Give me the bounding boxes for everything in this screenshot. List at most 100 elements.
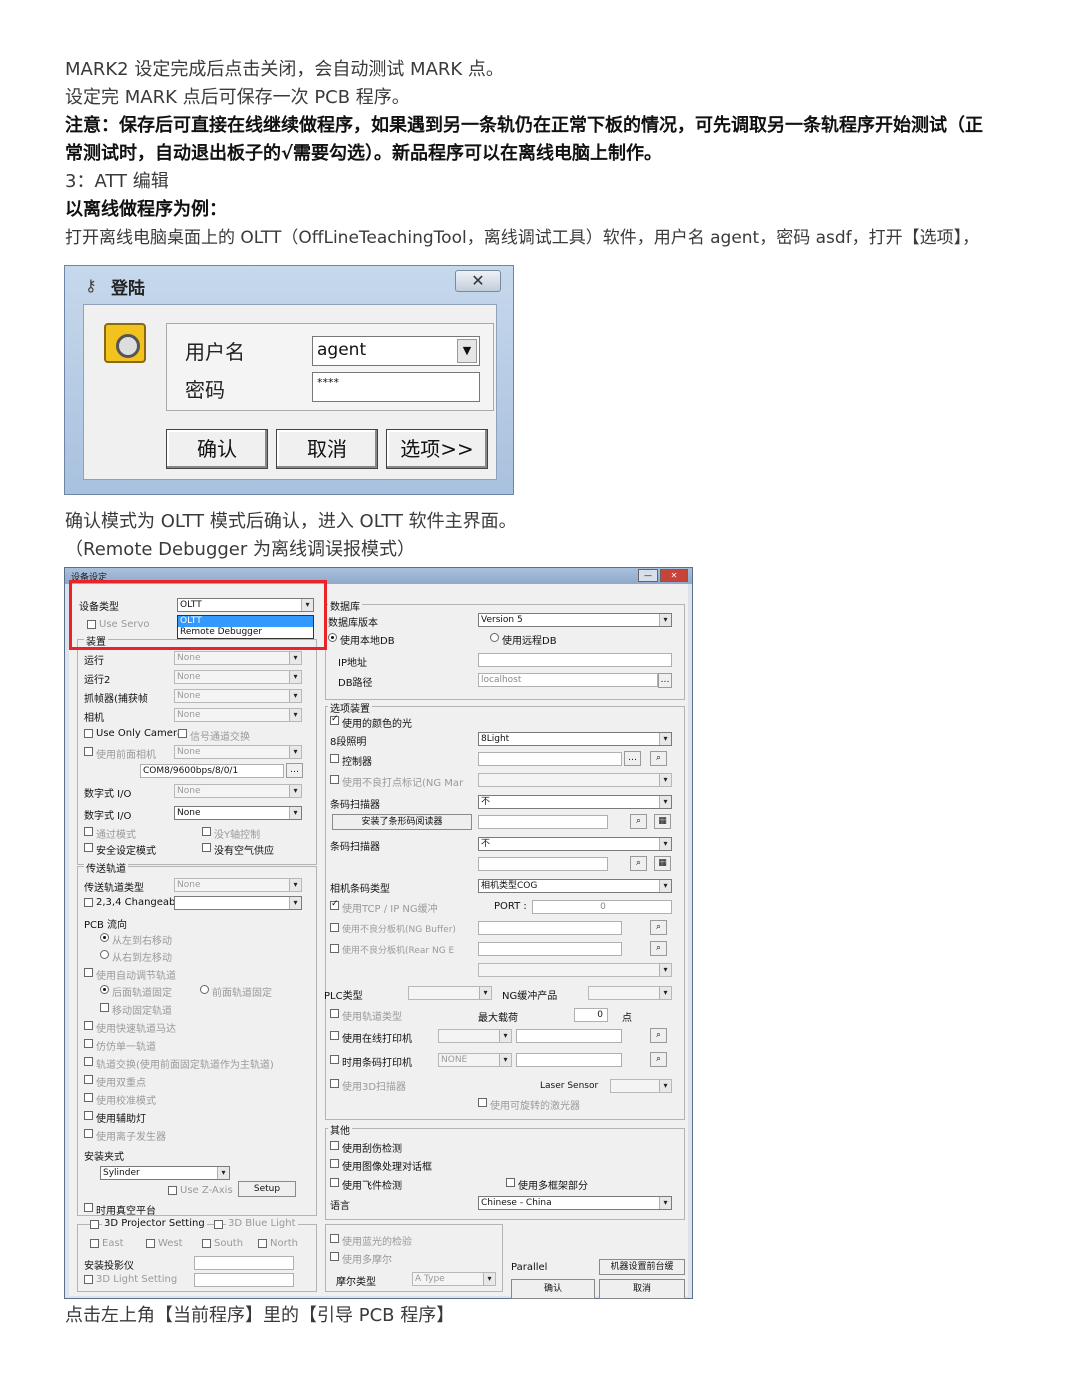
db-path-field[interactable]: localhost bbox=[478, 673, 658, 687]
image-icon[interactable]: ▦ bbox=[654, 856, 671, 871]
fly-detect-checkbox[interactable] bbox=[330, 1178, 339, 1187]
signal-switch-checkbox[interactable] bbox=[178, 729, 187, 738]
use-only-camera-checkbox[interactable] bbox=[84, 729, 93, 738]
use-front-camera-checkbox[interactable] bbox=[84, 747, 93, 756]
search-icon[interactable]: ⌕ bbox=[650, 941, 667, 956]
rear-ng-checkbox[interactable] bbox=[330, 944, 339, 953]
image-icon[interactable]: ▦ bbox=[654, 814, 671, 829]
barcode-printer-checkbox[interactable] bbox=[330, 1055, 339, 1064]
fast-motor-checkbox[interactable] bbox=[84, 1021, 93, 1030]
search-icon[interactable]: ⌕ bbox=[650, 920, 667, 935]
camera-barcode-select[interactable]: 相机类型COG bbox=[478, 879, 672, 893]
controller-field[interactable] bbox=[478, 752, 622, 766]
use-color-light-checkbox[interactable] bbox=[330, 714, 339, 725]
online-printer-select[interactable] bbox=[438, 1029, 512, 1043]
online-printer-field[interactable] bbox=[516, 1029, 622, 1043]
controller-browse-button[interactable]: … bbox=[624, 751, 641, 766]
setup-button[interactable]: Setup bbox=[238, 1181, 296, 1197]
digital-io-select-1[interactable]: None bbox=[174, 784, 302, 798]
machine-front-button[interactable]: 机器设置前台缓 bbox=[599, 1259, 685, 1275]
online-printer-checkbox[interactable] bbox=[330, 1031, 339, 1040]
password-field[interactable]: **** bbox=[312, 372, 480, 402]
search-icon[interactable]: ⌕ bbox=[630, 856, 647, 871]
use-3d-scanner-checkbox[interactable] bbox=[330, 1079, 339, 1088]
auto-width-checkbox[interactable] bbox=[84, 968, 93, 977]
chevron-down-icon[interactable]: ▼ bbox=[457, 339, 477, 363]
tcp-ng-checkbox[interactable] bbox=[330, 899, 339, 910]
local-db-radio[interactable] bbox=[328, 633, 337, 642]
pass-mode-checkbox[interactable] bbox=[84, 827, 93, 836]
laser-sensor-select[interactable] bbox=[610, 1079, 672, 1093]
install-projector-field[interactable] bbox=[194, 1256, 294, 1270]
no-print-ng-checkbox[interactable] bbox=[330, 775, 339, 784]
search-icon[interactable]: ⌕ bbox=[650, 751, 667, 766]
blue-light-check-checkbox[interactable] bbox=[330, 1234, 339, 1243]
search-icon[interactable]: ⌕ bbox=[650, 1052, 667, 1067]
front-fixed-radio[interactable] bbox=[200, 985, 209, 994]
barcode-scanner-select[interactable]: 不 bbox=[478, 795, 672, 809]
digital-io-select-2[interactable]: None bbox=[174, 806, 302, 820]
barcode-field-1[interactable] bbox=[478, 815, 608, 829]
image-dialog-checkbox[interactable] bbox=[330, 1159, 339, 1168]
use-z-axis-checkbox[interactable] bbox=[168, 1186, 177, 1195]
sim-single-checkbox[interactable] bbox=[84, 1039, 93, 1048]
ion-gen-checkbox[interactable] bbox=[84, 1129, 93, 1138]
barcode-printer-select[interactable]: NONE bbox=[438, 1053, 512, 1067]
multi-moire-checkbox[interactable] bbox=[330, 1252, 339, 1261]
light-setting-field[interactable] bbox=[194, 1273, 294, 1287]
scratch-detect-checkbox[interactable] bbox=[330, 1141, 339, 1150]
right-to-left-radio[interactable] bbox=[100, 950, 109, 959]
front-camera-select[interactable]: None bbox=[174, 745, 302, 759]
barcode-field-2[interactable] bbox=[478, 857, 608, 871]
dual-point-checkbox[interactable] bbox=[84, 1075, 93, 1084]
db-path-button[interactable]: … bbox=[658, 673, 672, 688]
login-close-button[interactable]: ✕ bbox=[455, 270, 501, 292]
left-to-right-radio[interactable] bbox=[100, 933, 109, 942]
search-icon[interactable]: ⌕ bbox=[630, 814, 647, 829]
changeable-select[interactable] bbox=[174, 896, 302, 910]
close-icon[interactable]: ✕ bbox=[660, 569, 688, 582]
db-version-select[interactable]: Version 5 bbox=[478, 613, 672, 627]
ng-buffer-field[interactable] bbox=[478, 921, 622, 935]
username-combobox[interactable]: agent ▼ bbox=[312, 336, 480, 366]
no-y-axis-checkbox[interactable] bbox=[202, 827, 211, 836]
multi-frame-checkbox[interactable] bbox=[506, 1178, 515, 1187]
remote-db-radio[interactable] bbox=[490, 633, 499, 642]
run2-select[interactable]: None bbox=[174, 670, 302, 684]
south-checkbox[interactable] bbox=[202, 1239, 211, 1248]
conveyor-type-select[interactable]: None bbox=[174, 878, 302, 892]
settings-cancel-button[interactable]: 取消 bbox=[599, 1279, 685, 1299]
ng-buffer-product-select[interactable] bbox=[588, 986, 672, 1000]
rear-fixed-radio[interactable] bbox=[100, 985, 109, 994]
lighting-select[interactable]: 8Light bbox=[478, 732, 672, 746]
com-port-button[interactable]: … bbox=[286, 763, 303, 778]
north-checkbox[interactable] bbox=[258, 1239, 267, 1248]
calib-mode-checkbox[interactable] bbox=[84, 1093, 93, 1102]
camera-select[interactable]: None bbox=[174, 708, 302, 722]
language-select[interactable]: Chinese - China bbox=[478, 1196, 672, 1210]
moire-type-select[interactable]: A Type bbox=[412, 1272, 496, 1286]
max-load-field[interactable]: 0 bbox=[574, 1008, 608, 1022]
move-fixed-checkbox[interactable] bbox=[100, 1003, 109, 1012]
rail-swap-checkbox[interactable] bbox=[84, 1057, 93, 1066]
blue-light-checkbox[interactable] bbox=[214, 1220, 223, 1229]
port-field[interactable]: 0 bbox=[532, 900, 672, 914]
ip-field[interactable] bbox=[478, 653, 672, 667]
rear-ng-select[interactable] bbox=[478, 963, 672, 977]
changeable-checkbox[interactable] bbox=[84, 898, 93, 907]
rail-type-checkbox[interactable] bbox=[330, 1009, 339, 1018]
com-port-field[interactable]: COM8/9600bps/8/0/1 bbox=[140, 764, 284, 778]
light-setting-checkbox[interactable] bbox=[84, 1275, 93, 1284]
plc-type-select[interactable] bbox=[408, 986, 492, 1000]
east-checkbox[interactable] bbox=[90, 1239, 99, 1248]
vacuum-checkbox[interactable] bbox=[84, 1203, 93, 1212]
run-select[interactable]: None bbox=[174, 651, 302, 665]
rotating-laser-checkbox[interactable] bbox=[478, 1098, 487, 1107]
install-barcode-button[interactable]: 安装了条形码阅读器 bbox=[332, 814, 472, 830]
ng-buffer-checkbox[interactable] bbox=[330, 923, 339, 932]
search-icon[interactable]: ⌕ bbox=[650, 1028, 667, 1043]
minimize-icon[interactable]: — bbox=[638, 569, 658, 582]
grabber-select[interactable]: None bbox=[174, 689, 302, 703]
west-checkbox[interactable] bbox=[146, 1239, 155, 1248]
projector-checkbox[interactable] bbox=[90, 1220, 99, 1229]
